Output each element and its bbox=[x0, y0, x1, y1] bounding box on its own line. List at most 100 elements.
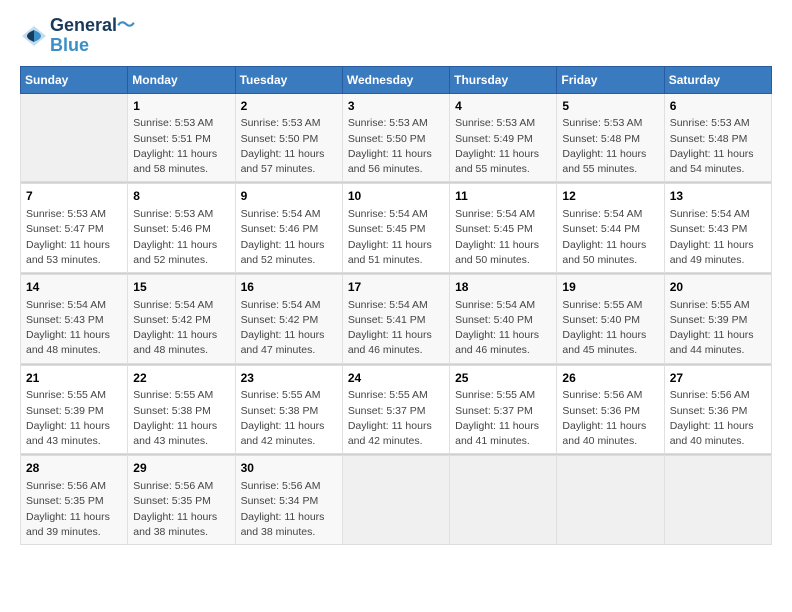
day-cell: 18Sunrise: 5:54 AM Sunset: 5:40 PM Dayli… bbox=[450, 274, 557, 363]
day-info: Sunrise: 5:56 AM Sunset: 5:36 PM Dayligh… bbox=[562, 388, 658, 449]
day-info: Sunrise: 5:54 AM Sunset: 5:46 PM Dayligh… bbox=[241, 207, 337, 268]
day-cell: 25Sunrise: 5:55 AM Sunset: 5:37 PM Dayli… bbox=[450, 365, 557, 454]
day-number: 18 bbox=[455, 279, 551, 296]
day-cell: 5Sunrise: 5:53 AM Sunset: 5:48 PM Daylig… bbox=[557, 93, 664, 182]
day-number: 9 bbox=[241, 188, 337, 205]
day-info: Sunrise: 5:53 AM Sunset: 5:50 PM Dayligh… bbox=[241, 116, 337, 177]
day-cell bbox=[557, 456, 664, 545]
day-number: 19 bbox=[562, 279, 658, 296]
day-info: Sunrise: 5:55 AM Sunset: 5:37 PM Dayligh… bbox=[348, 388, 444, 449]
day-number: 2 bbox=[241, 98, 337, 115]
page: General〜 Blue SundayMondayTuesdayWednesd… bbox=[0, 0, 792, 612]
logo-wave: 〜 bbox=[117, 15, 135, 35]
calendar-table: SundayMondayTuesdayWednesdayThursdayFrid… bbox=[20, 66, 772, 545]
day-cell bbox=[664, 456, 771, 545]
day-cell: 13 Sunrise: 5:54 AM Sunset: 5:43 PM Dayli… bbox=[664, 184, 771, 273]
day-number: 28 bbox=[26, 460, 122, 477]
day-info: Sunrise: 5:54 AM Sunset: 5:45 PM Dayligh… bbox=[455, 207, 551, 268]
day-info: Sunrise: 5:56 AM Sunset: 5:35 PM Dayligh… bbox=[133, 479, 229, 540]
day-number: 10 bbox=[348, 188, 444, 205]
logo-general: General〜 bbox=[50, 16, 135, 36]
day-cell: 9 Sunrise: 5:54 AM Sunset: 5:46 PM Daylig… bbox=[235, 184, 342, 273]
day-number: 17 bbox=[348, 279, 444, 296]
day-info: Sunrise: 5:55 AM Sunset: 5:37 PM Dayligh… bbox=[455, 388, 551, 449]
day-info: Sunrise: 5:55 AM Sunset: 5:40 PM Dayligh… bbox=[562, 298, 658, 359]
day-cell: 17 Sunrise: 5:54 AM Sunset: 5:41 PM Dayli… bbox=[342, 274, 449, 363]
header: General〜 Blue bbox=[20, 16, 772, 56]
day-cell: 12Sunrise: 5:54 AM Sunset: 5:44 PM Dayli… bbox=[557, 184, 664, 273]
col-header-saturday: Saturday bbox=[664, 66, 771, 93]
day-cell: 23Sunrise: 5:55 AM Sunset: 5:38 PM Dayli… bbox=[235, 365, 342, 454]
day-cell: 1Sunrise: 5:53 AM Sunset: 5:51 PM Daylig… bbox=[128, 93, 235, 182]
day-info: Sunrise: 5:54 AM Sunset: 5:45 PM Dayligh… bbox=[348, 207, 444, 268]
day-cell: 24Sunrise: 5:55 AM Sunset: 5:37 PM Dayli… bbox=[342, 365, 449, 454]
day-number: 24 bbox=[348, 370, 444, 387]
day-number: 16 bbox=[241, 279, 337, 296]
day-number: 8 bbox=[133, 188, 229, 205]
week-row-3: 14 Sunrise: 5:54 AM Sunset: 5:43 PM Dayli… bbox=[21, 274, 772, 363]
day-cell: 7 Sunrise: 5:53 AM Sunset: 5:47 PM Daylig… bbox=[21, 184, 128, 273]
day-number: 11 bbox=[455, 188, 551, 205]
col-header-friday: Friday bbox=[557, 66, 664, 93]
logo-blue: Blue bbox=[50, 36, 135, 56]
day-info: Sunrise: 5:53 AM Sunset: 5:50 PM Dayligh… bbox=[348, 116, 444, 177]
day-info: Sunrise: 5:56 AM Sunset: 5:36 PM Dayligh… bbox=[670, 388, 766, 449]
day-info: Sunrise: 5:54 AM Sunset: 5:41 PM Dayligh… bbox=[348, 298, 444, 359]
day-cell bbox=[21, 93, 128, 182]
day-info: Sunrise: 5:53 AM Sunset: 5:46 PM Dayligh… bbox=[133, 207, 229, 268]
day-cell bbox=[342, 456, 449, 545]
day-info: Sunrise: 5:53 AM Sunset: 5:48 PM Dayligh… bbox=[562, 116, 658, 177]
day-cell: 20 Sunrise: 5:55 AM Sunset: 5:39 PM Dayli… bbox=[664, 274, 771, 363]
day-info: Sunrise: 5:53 AM Sunset: 5:51 PM Dayligh… bbox=[133, 116, 229, 177]
day-number: 5 bbox=[562, 98, 658, 115]
day-number: 22 bbox=[133, 370, 229, 387]
day-number: 30 bbox=[241, 460, 337, 477]
day-info: Sunrise: 5:54 AM Sunset: 5:43 PM Dayligh… bbox=[670, 207, 766, 268]
day-cell bbox=[450, 456, 557, 545]
day-number: 25 bbox=[455, 370, 551, 387]
day-cell: 27Sunrise: 5:56 AM Sunset: 5:36 PM Dayli… bbox=[664, 365, 771, 454]
day-info: Sunrise: 5:54 AM Sunset: 5:42 PM Dayligh… bbox=[241, 298, 337, 359]
day-info: Sunrise: 5:54 AM Sunset: 5:44 PM Dayligh… bbox=[562, 207, 658, 268]
day-cell: 30 Sunrise: 5:56 AM Sunset: 5:34 PM Dayli… bbox=[235, 456, 342, 545]
day-cell: 3Sunrise: 5:53 AM Sunset: 5:50 PM Daylig… bbox=[342, 93, 449, 182]
day-info: Sunrise: 5:56 AM Sunset: 5:34 PM Dayligh… bbox=[241, 479, 337, 540]
day-number: 7 bbox=[26, 188, 122, 205]
day-cell: 28Sunrise: 5:56 AM Sunset: 5:35 PM Dayli… bbox=[21, 456, 128, 545]
day-number: 26 bbox=[562, 370, 658, 387]
day-cell: 26Sunrise: 5:56 AM Sunset: 5:36 PM Dayli… bbox=[557, 365, 664, 454]
day-number: 29 bbox=[133, 460, 229, 477]
day-cell: 19 Sunrise: 5:55 AM Sunset: 5:40 PM Dayli… bbox=[557, 274, 664, 363]
col-header-wednesday: Wednesday bbox=[342, 66, 449, 93]
day-cell: 15Sunrise: 5:54 AM Sunset: 5:42 PM Dayli… bbox=[128, 274, 235, 363]
day-cell: 16 Sunrise: 5:54 AM Sunset: 5:42 PM Dayli… bbox=[235, 274, 342, 363]
logo: General〜 Blue bbox=[20, 16, 135, 56]
day-info: Sunrise: 5:54 AM Sunset: 5:43 PM Dayligh… bbox=[26, 298, 122, 359]
day-number: 3 bbox=[348, 98, 444, 115]
day-info: Sunrise: 5:53 AM Sunset: 5:48 PM Dayligh… bbox=[670, 116, 766, 177]
day-number: 20 bbox=[670, 279, 766, 296]
day-cell: 22Sunrise: 5:55 AM Sunset: 5:38 PM Dayli… bbox=[128, 365, 235, 454]
col-header-thursday: Thursday bbox=[450, 66, 557, 93]
day-info: Sunrise: 5:53 AM Sunset: 5:49 PM Dayligh… bbox=[455, 116, 551, 177]
day-info: Sunrise: 5:55 AM Sunset: 5:39 PM Dayligh… bbox=[670, 298, 766, 359]
day-number: 6 bbox=[670, 98, 766, 115]
day-info: Sunrise: 5:53 AM Sunset: 5:47 PM Dayligh… bbox=[26, 207, 122, 268]
day-number: 14 bbox=[26, 279, 122, 296]
col-header-tuesday: Tuesday bbox=[235, 66, 342, 93]
day-cell: 6Sunrise: 5:53 AM Sunset: 5:48 PM Daylig… bbox=[664, 93, 771, 182]
day-number: 13 bbox=[670, 188, 766, 205]
day-number: 1 bbox=[133, 98, 229, 115]
col-header-monday: Monday bbox=[128, 66, 235, 93]
week-row-4: 21Sunrise: 5:55 AM Sunset: 5:39 PM Dayli… bbox=[21, 365, 772, 454]
day-cell: 21Sunrise: 5:55 AM Sunset: 5:39 PM Dayli… bbox=[21, 365, 128, 454]
logo-icon bbox=[20, 22, 48, 50]
header-row: SundayMondayTuesdayWednesdayThursdayFrid… bbox=[21, 66, 772, 93]
day-cell: 4Sunrise: 5:53 AM Sunset: 5:49 PM Daylig… bbox=[450, 93, 557, 182]
day-cell: 2Sunrise: 5:53 AM Sunset: 5:50 PM Daylig… bbox=[235, 93, 342, 182]
day-number: 23 bbox=[241, 370, 337, 387]
week-row-2: 7 Sunrise: 5:53 AM Sunset: 5:47 PM Daylig… bbox=[21, 184, 772, 273]
day-cell: 10 Sunrise: 5:54 AM Sunset: 5:45 PM Dayli… bbox=[342, 184, 449, 273]
day-cell: 29 Sunrise: 5:56 AM Sunset: 5:35 PM Dayli… bbox=[128, 456, 235, 545]
day-cell: 8 Sunrise: 5:53 AM Sunset: 5:46 PM Daylig… bbox=[128, 184, 235, 273]
